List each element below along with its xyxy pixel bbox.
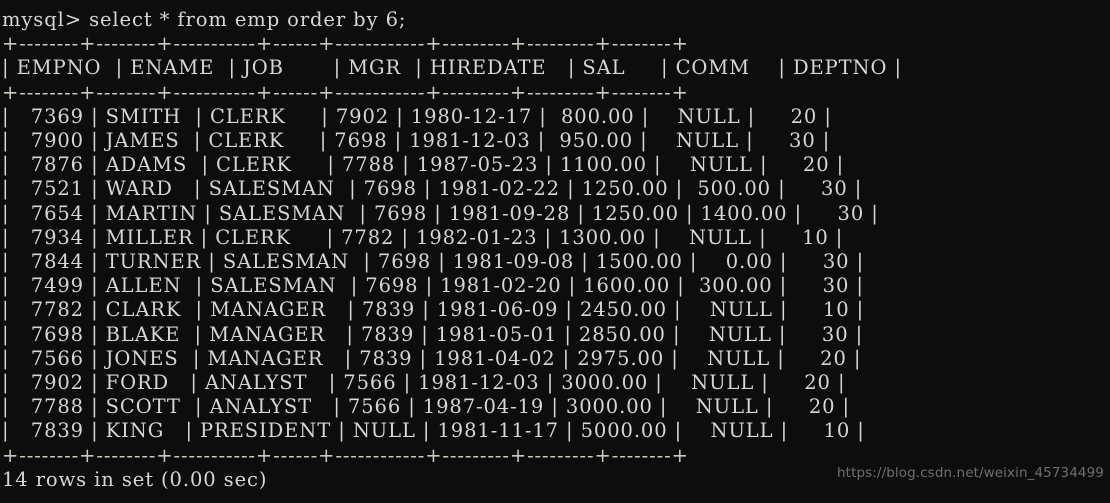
table-row: | 7934 | MILLER | CLERK | 7782 | 1982-01… xyxy=(2,225,844,249)
table-row: | 7698 | BLAKE | MANAGER | 7839 | 1981-0… xyxy=(2,322,864,346)
table-top-border: +--------+--------+-----------+------+--… xyxy=(2,32,689,56)
table-row: | 7844 | TURNER | SALESMAN | 7698 | 1981… xyxy=(2,250,865,274)
table-row: | 7369 | SMITH | CLERK | 7902 | 1980-12-… xyxy=(2,104,832,128)
table-row: | 7788 | SCOTT | ANALYST | 7566 | 1987-0… xyxy=(2,395,851,419)
table-header-separator: +--------+--------+-----------+------+--… xyxy=(2,80,689,104)
table-row: | 7654 | MARTIN | SALESMAN | 7698 | 1981… xyxy=(2,201,879,225)
table-row: | 7782 | CLARK | MANAGER | 7839 | 1981-0… xyxy=(2,298,865,322)
table-row: | 7839 | KING | PRESIDENT | NULL | 1981-… xyxy=(2,419,865,443)
table-row: | 7521 | WARD | SALESMAN | 7698 | 1981-0… xyxy=(2,177,863,201)
table-body: | 7369 | SMITH | CLERK | 7902 | 1980-12-… xyxy=(0,105,1110,444)
table-header-row: | EMPNO | ENAME | JOB | MGR | HIREDATE |… xyxy=(2,56,902,80)
table-row: | 7566 | JONES | MANAGER | 7839 | 1981-0… xyxy=(2,346,862,370)
table-row: | 7876 | ADAMS | CLERK | 7788 | 1987-05-… xyxy=(2,153,845,177)
table-row: | 7900 | JAMES | CLERK | 7698 | 1981-12-… xyxy=(2,129,831,153)
table-row: | 7902 | FORD | ANALYST | 7566 | 1981-12… xyxy=(2,371,846,395)
mysql-prompt-line: mysql> select * from emp order by 6; xyxy=(2,8,407,31)
watermark-url: https://blog.csdn.net/weixin_45734499 xyxy=(837,464,1104,481)
terminal-window[interactable]: mysql> select * from emp order by 6; +--… xyxy=(0,0,1110,503)
table-row: | 7499 | ALLEN | SALESMAN | 7698 | 1981-… xyxy=(2,274,864,298)
